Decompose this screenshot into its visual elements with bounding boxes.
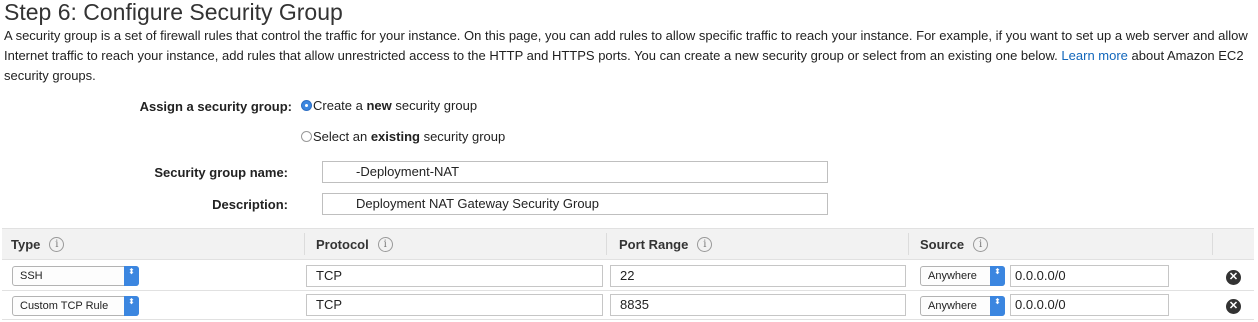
radio-select-existing[interactable]: Select an existing security group xyxy=(301,129,505,144)
radio-select-existing-label: Select an existing security group xyxy=(313,129,506,144)
chevron-updown-icon: ⬍ xyxy=(124,296,139,316)
rules-table-header: Type i Protocol i Port Range i Source i xyxy=(2,228,1254,260)
learn-more-link[interactable]: Learn more xyxy=(1061,48,1127,63)
rule-source-select[interactable]: Anywhere ⬍ xyxy=(920,296,1005,316)
rule-source-cidr-input[interactable]: 0.0.0.0/0 xyxy=(1010,294,1169,316)
chevron-updown-icon: ⬍ xyxy=(990,266,1005,286)
chevron-updown-icon: ⬍ xyxy=(990,296,1005,316)
column-header-protocol: Protocol i xyxy=(316,229,393,259)
info-icon[interactable]: i xyxy=(49,236,65,252)
rule-type-select[interactable]: Custom TCP Rule ⬍ xyxy=(12,296,139,316)
description-label: Description: xyxy=(212,197,288,212)
rule-protocol-field: TCP xyxy=(306,265,603,287)
rule-type-select[interactable]: SSH ⬍ xyxy=(12,266,139,286)
chevron-updown-icon: ⬍ xyxy=(124,266,139,286)
rule-source-cidr-input[interactable]: 0.0.0.0/0 xyxy=(1010,265,1169,287)
rule-protocol-field: TCP xyxy=(306,294,603,316)
column-header-type: Type i xyxy=(11,229,65,259)
radio-select-existing-button[interactable] xyxy=(301,131,312,142)
info-icon[interactable]: i xyxy=(697,236,713,252)
rule-port-range-input[interactable]: 8835 xyxy=(610,294,906,316)
rule-port-range-input[interactable]: 22 xyxy=(610,265,906,287)
intro-paragraph: A security group is a set of firewall ru… xyxy=(4,26,1256,86)
remove-rule-icon[interactable]: ✕ xyxy=(1226,299,1241,314)
security-group-name-label: Security group name: xyxy=(154,165,288,180)
rule-source-select[interactable]: Anywhere ⬍ xyxy=(920,266,1005,286)
radio-create-new-label: Create a new security group xyxy=(313,98,478,113)
column-header-port-range: Port Range i xyxy=(619,229,713,259)
info-icon[interactable]: i xyxy=(377,236,393,252)
radio-create-new-button[interactable] xyxy=(301,100,312,111)
radio-create-new[interactable]: Create a new security group xyxy=(301,98,477,113)
description-input[interactable]: Deployment NAT Gateway Security Group xyxy=(322,193,828,215)
security-group-name-input[interactable]: -Deployment-NAT xyxy=(322,161,828,183)
assign-security-group-label: Assign a security group: xyxy=(139,99,292,114)
info-icon[interactable]: i xyxy=(973,236,989,252)
remove-rule-icon[interactable]: ✕ xyxy=(1226,270,1241,285)
page-title: Step 6: Configure Security Group xyxy=(4,0,343,25)
column-header-source: Source i xyxy=(920,229,989,259)
